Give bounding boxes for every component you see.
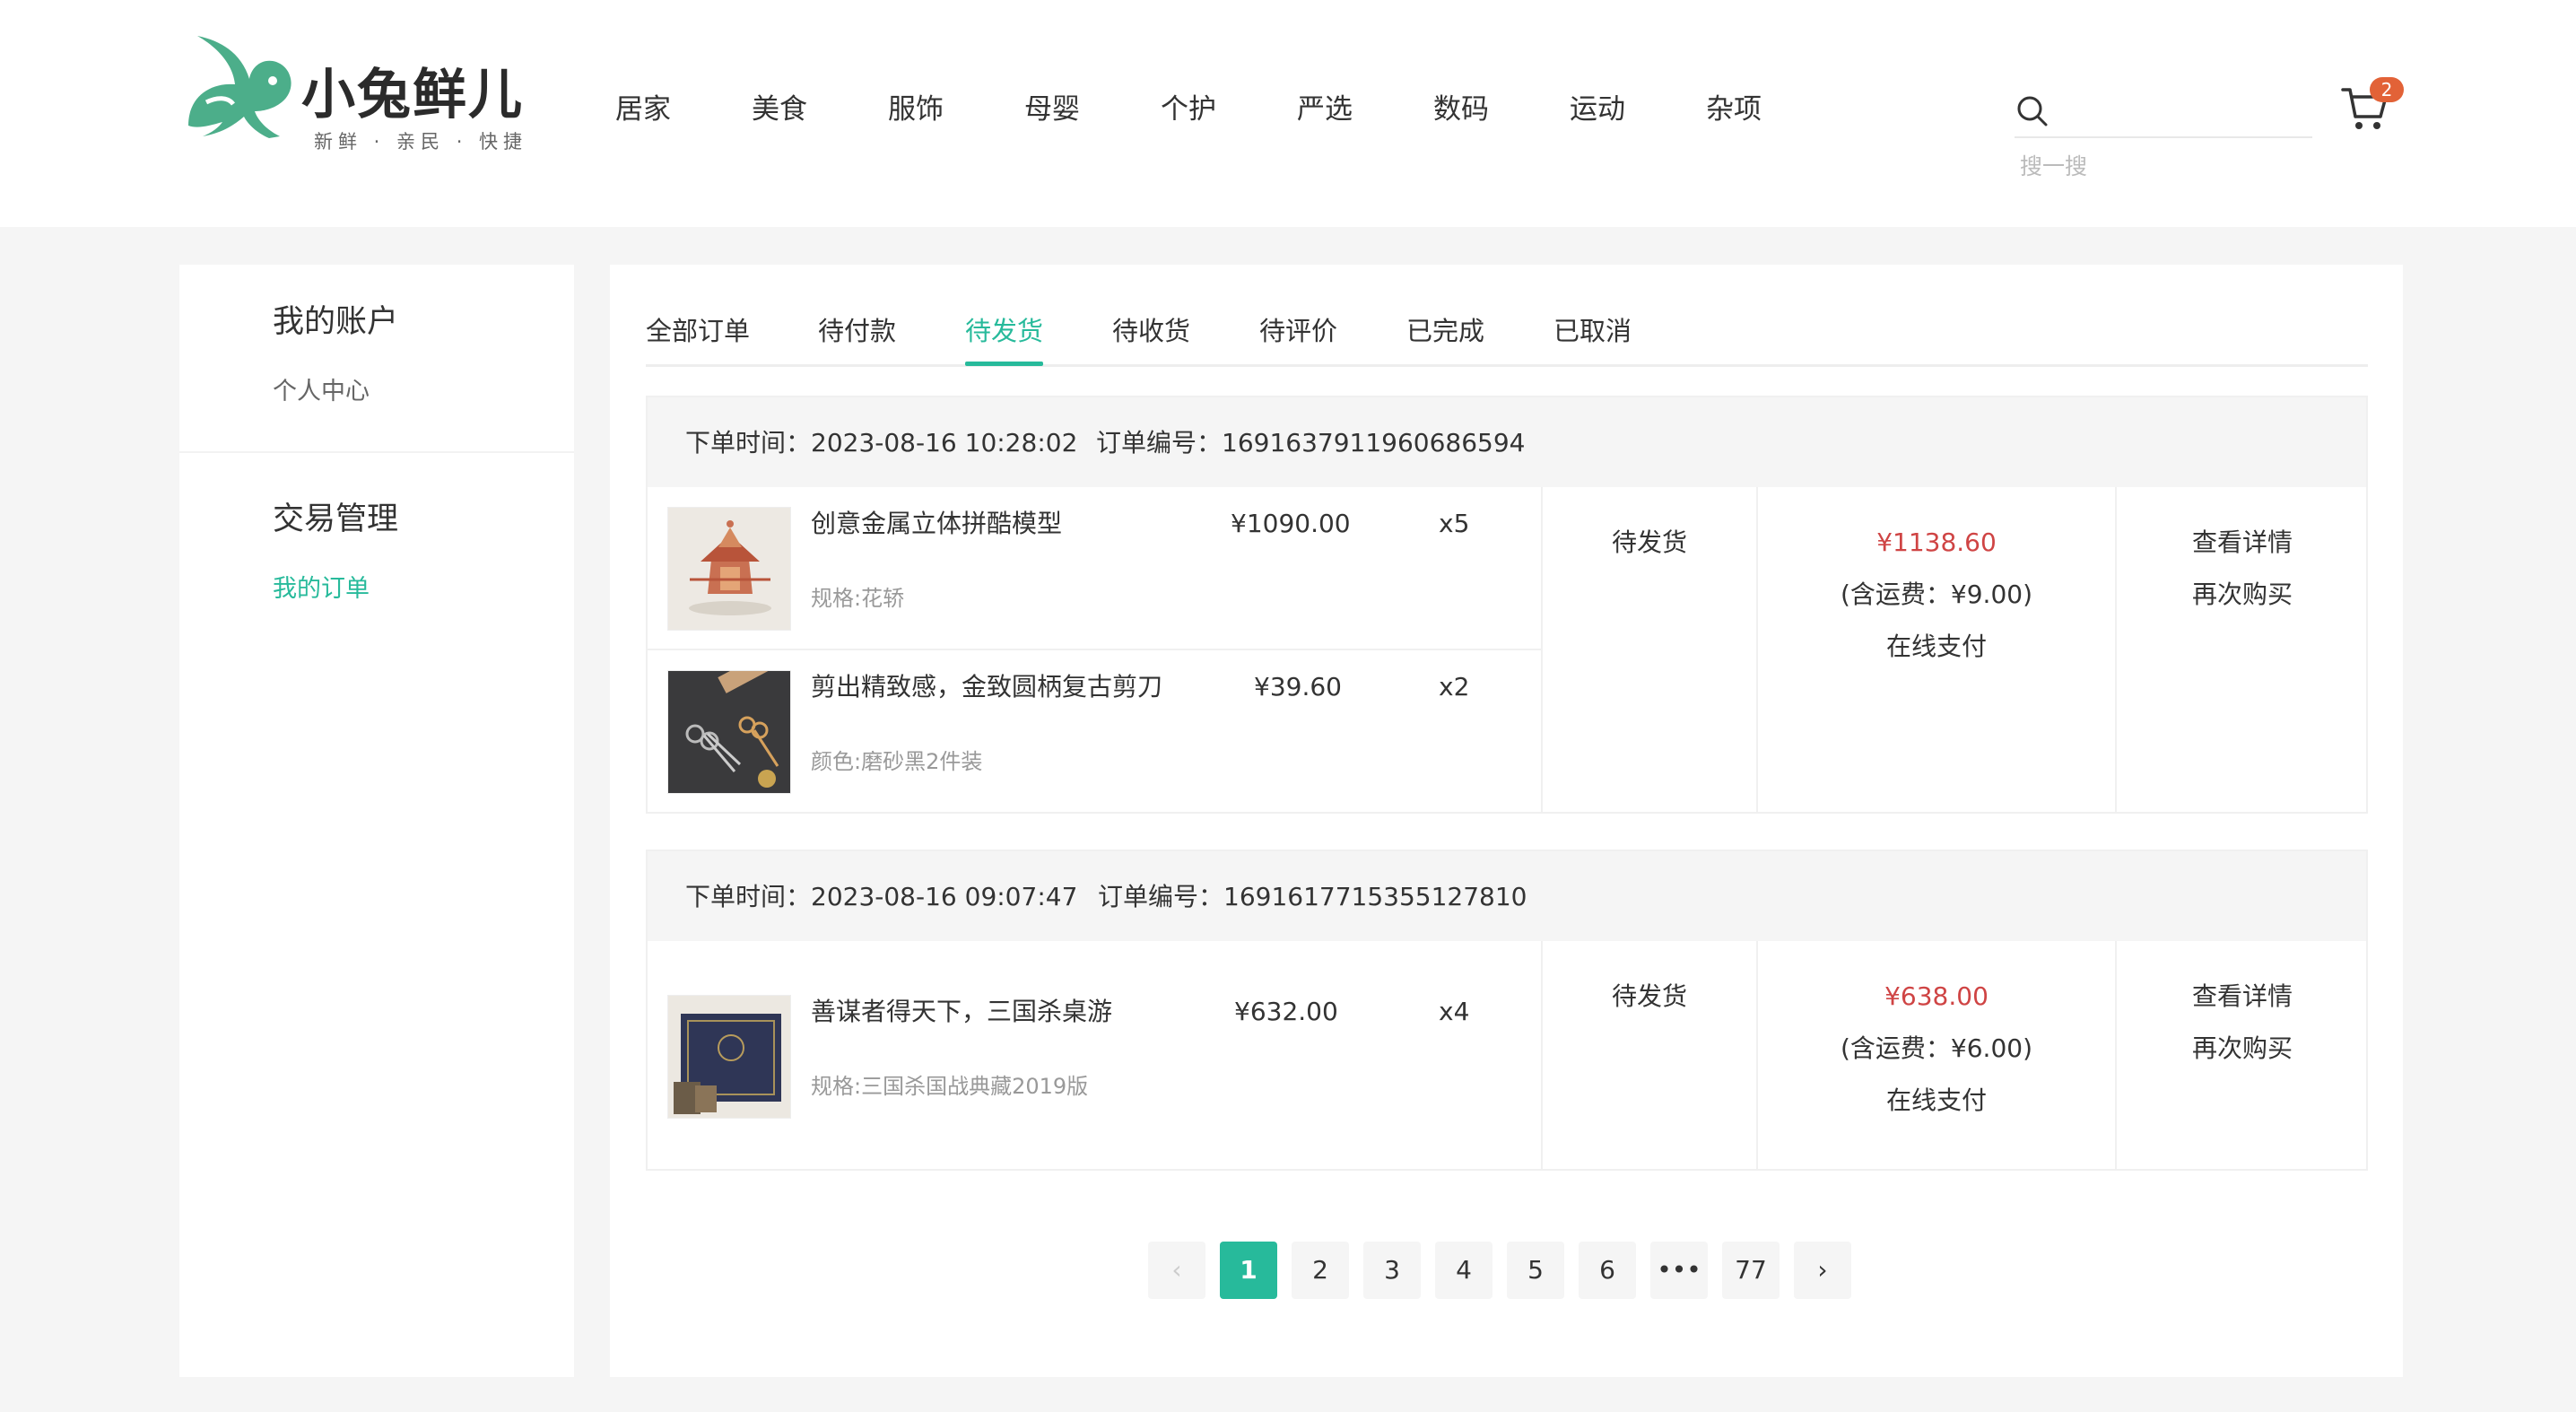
order-card: 下单时间： 2023-08-16 10:28:02 订单编号： 16916379… [646,396,2368,814]
nav-item-baby[interactable]: 母婴 [1024,88,1080,131]
brand-name: 小兔鲜儿 [301,64,524,126]
order-pay-amount: ¥638.00 [1884,981,1989,1011]
page-button-5[interactable]: 5 [1507,1242,1564,1299]
goods-spec: 规格:花轿 [811,586,905,611]
view-order-detail-link[interactable]: 查看详情 [2117,979,2368,1015]
order-time-label: 下单时间： [685,428,812,458]
tab-pending-review[interactable]: 待评价 [1259,313,1337,349]
tab-pending-receipt[interactable]: 待收货 [1112,313,1190,349]
order-freight: (含运费：¥6.00) [1840,1033,2032,1063]
prev-page-button[interactable]: ‹ [1148,1242,1205,1299]
nav-item-misc[interactable]: 杂项 [1706,88,1762,131]
page-button-1[interactable]: 1 [1220,1242,1277,1299]
logo[interactable]: 小兔鲜儿 新鲜 · 亲民 · 快捷 [179,32,538,158]
goods-name[interactable]: 剪出精致感，金致圆柄复古剪刀 [811,670,1162,704]
page-button-2[interactable]: 2 [1292,1242,1349,1299]
order-pay-amount: ¥1138.60 [1876,527,1997,557]
order-id-label: 订单编号： [1096,428,1223,458]
order-freight: (含运费：¥9.00) [1840,580,2032,609]
nav-item-sports[interactable]: 运动 [1570,88,1625,131]
goods-quantity: x5 [1439,509,1470,538]
goods-name[interactable]: 善谋者得天下，三国杀桌游 [811,995,1112,1029]
sidebar-group-account: 我的账户 个人中心 [179,265,574,453]
order-header: 下单时间： 2023-08-16 10:28:02 订单编号： 16916379… [648,397,2366,487]
goods-spec: 颜色:磨砂黑2件装 [811,749,983,774]
order-id: 1691617715355127810 [1223,882,1527,911]
tab-completed[interactable]: 已完成 [1406,313,1484,349]
order-time-label: 下单时间： [685,882,812,911]
tab-all-orders[interactable]: 全部订单 [646,313,750,349]
order-goods-item[interactable]: 善谋者得天下，三国杀桌游 规格:三国杀国战典藏2019版 ¥632.00 x4 [667,995,1528,1120]
buy-again-link[interactable]: 再次购买 [2117,1031,2368,1067]
order-pay-method: 在线支付 [1885,632,1987,661]
nav-item-food[interactable]: 美食 [752,88,807,131]
cart-count-badge: 2 [2370,77,2404,102]
goods-quantity: x4 [1439,997,1470,1026]
brand-slogan: 新鲜 · 亲民 · 快捷 [314,131,528,153]
page-button-3[interactable]: 3 [1363,1242,1421,1299]
nav-item-digital[interactable]: 数码 [1433,88,1489,131]
view-order-detail-link[interactable]: 查看详情 [2117,525,2368,561]
account-sidebar: 我的账户 个人中心 交易管理 我的订单 [179,265,574,1377]
sidebar-group-title: 我的账户 [273,304,399,340]
goods-divider [648,649,1541,650]
rabbit-logo-icon [188,36,292,138]
goods-price: ¥39.60 [1254,672,1342,702]
search-icon[interactable] [2015,93,2050,129]
nav-item-personal-care[interactable]: 个护 [1161,88,1216,131]
column-divider [1541,941,1543,1169]
order-header: 下单时间： 2023-08-16 09:07:47 订单编号： 16916177… [648,851,2366,941]
sidebar-item-personal-center[interactable]: 个人中心 [273,376,370,408]
search-placeholder: 搜一搜 [2020,153,2088,179]
page-ellipsis-button[interactable]: ••• [1650,1242,1708,1299]
sidebar-item-my-orders[interactable]: 我的订单 [273,573,370,606]
order-goods-item[interactable]: 创意金属立体拼酷模型 规格:花轿 ¥1090.00 x5 [667,507,1528,632]
goods-quantity: x2 [1439,672,1470,702]
page-button-4[interactable]: 4 [1435,1242,1493,1299]
order-status: 待发货 [1611,527,1687,557]
pagination: ‹ 1 2 3 4 5 6 ••• 77 › [1148,1242,1851,1299]
nav-item-selection[interactable]: 严选 [1297,88,1353,131]
goods-spec: 规格:三国杀国战典藏2019版 [811,1074,1089,1099]
order-id: 1691637911960686594 [1222,428,1526,458]
order-status-tabs: 全部订单 待付款 待发货 待收货 待评价 已完成 已取消 [646,301,2368,367]
order-status: 待发货 [1611,981,1687,1011]
board-game-box-photo[interactable] [667,995,791,1119]
metal-model-photo[interactable] [667,507,791,631]
goods-price: ¥1090.00 [1231,509,1351,538]
tab-pending-payment[interactable]: 待付款 [818,313,896,349]
order-pay-method: 在线支付 [1885,1085,1987,1115]
order-time: 2023-08-16 10:28:02 [811,428,1078,458]
order-id-label: 订单编号： [1098,882,1224,911]
top-header: 小兔鲜儿 新鲜 · 亲民 · 快捷 居家 美食 服饰 母婴 个护 严选 数码 运… [0,0,2576,227]
order-goods-item[interactable]: 剪出精致感，金致圆柄复古剪刀 颜色:磨砂黑2件装 ¥39.60 x2 [667,670,1528,796]
buy-again-link[interactable]: 再次购买 [2117,577,2368,613]
nav-item-apparel[interactable]: 服饰 [888,88,944,131]
order-card: 下单时间： 2023-08-16 09:07:47 订单编号： 16916177… [646,850,2368,1171]
tab-cancelled[interactable]: 已取消 [1553,313,1632,349]
scissors-photo[interactable] [667,670,791,794]
tab-pending-shipment[interactable]: 待发货 [965,313,1044,366]
next-page-button[interactable]: › [1794,1242,1851,1299]
order-panel: 全部订单 待付款 待发货 待收货 待评价 已完成 已取消 下单时间： 2023-… [610,265,2403,1377]
category-nav: 居家 美食 服饰 母婴 个护 严选 数码 运动 杂项 [615,88,1762,131]
goods-price: ¥632.00 [1234,997,1338,1026]
sidebar-group-title: 交易管理 [273,501,399,537]
goods-name[interactable]: 创意金属立体拼酷模型 [811,507,1062,541]
order-time: 2023-08-16 09:07:47 [811,882,1078,911]
nav-item-home[interactable]: 居家 [615,88,671,131]
page-button-6[interactable]: 6 [1579,1242,1636,1299]
page-button-77[interactable]: 77 [1722,1242,1780,1299]
search-input[interactable] [2015,86,2312,138]
